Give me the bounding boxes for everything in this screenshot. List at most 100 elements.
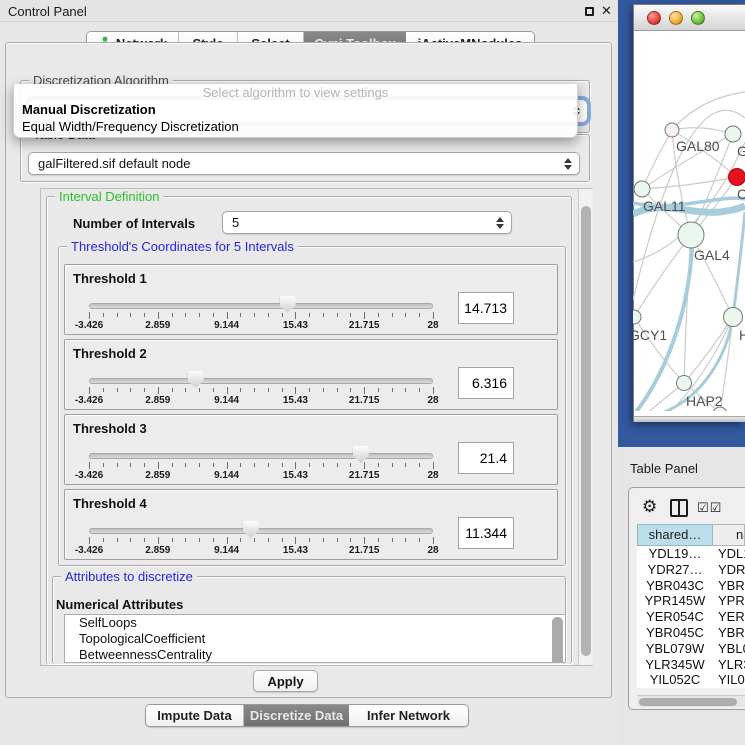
cell-shared-name[interactable]: YPR145W bbox=[637, 593, 713, 608]
tick-mark bbox=[405, 463, 406, 467]
popup-item[interactable]: Manual Discretization bbox=[14, 101, 577, 118]
cell-name[interactable]: YDL1 bbox=[718, 546, 745, 561]
list-item[interactable]: BetweennessCentrality bbox=[65, 647, 565, 663]
threshold-slider-track[interactable] bbox=[89, 453, 433, 459]
table-row[interactable]: YPR145W YPR1 bbox=[637, 593, 745, 609]
cell-name[interactable]: YLR3 bbox=[718, 657, 745, 672]
tick-mark bbox=[433, 387, 434, 394]
table-row[interactable]: YBR045C YBR0 bbox=[637, 625, 745, 641]
list-item[interactable]: SelfLoops bbox=[65, 615, 565, 631]
node-gcy1[interactable] bbox=[633, 310, 641, 324]
popup-item[interactable]: Equal Width/Frequency Discretization bbox=[14, 118, 577, 135]
close-icon[interactable]: ✕ bbox=[601, 3, 612, 19]
node-selected-red[interactable] bbox=[729, 169, 745, 186]
tick-mark bbox=[144, 538, 145, 542]
cell-shared-name[interactable]: YBR043C bbox=[637, 578, 713, 593]
checkbox-icons[interactable]: ☑☑ bbox=[697, 500, 722, 516]
threshold-slider-track[interactable] bbox=[89, 378, 433, 384]
table-row[interactable]: YDR27… YDR2 bbox=[637, 562, 745, 578]
node-label: H bbox=[739, 327, 745, 343]
cell-name[interactable]: YPR1 bbox=[718, 593, 745, 608]
number-of-intervals-label: Number of Intervals bbox=[73, 216, 195, 231]
list-item[interactable]: TopologicalCoefficient bbox=[65, 631, 565, 647]
threshold-value-field[interactable]: 14.713 bbox=[458, 292, 514, 324]
column-header-name[interactable]: na bbox=[713, 524, 745, 546]
cell-name[interactable]: YBR0 bbox=[718, 578, 745, 593]
network-window-bottom-edge bbox=[634, 416, 745, 422]
node-h[interactable] bbox=[724, 308, 743, 327]
threshold-slider-thumb[interactable] bbox=[188, 371, 204, 388]
node-table[interactable]: YDL19…YDL1YDR27…YDR2YBR043CYBR0YPR145WYP… bbox=[637, 546, 745, 688]
table-row[interactable]: YDL19… YDL1 bbox=[637, 546, 745, 562]
network-window-titlebar[interactable] bbox=[634, 5, 745, 31]
cell-shared-name[interactable]: YER054C bbox=[637, 609, 713, 624]
cell-name[interactable]: YIL0 bbox=[718, 672, 745, 687]
table-row[interactable]: YIL052C YIL0 bbox=[637, 672, 745, 688]
threshold-value-field[interactable]: 11.344 bbox=[458, 517, 514, 549]
float-window-icon[interactable] bbox=[585, 7, 594, 16]
tick-mark bbox=[378, 538, 379, 542]
cell-name[interactable]: YER0 bbox=[718, 609, 745, 624]
numerical-attributes-list[interactable]: SelfLoopsTopologicalCoefficientBetweenne… bbox=[64, 614, 566, 663]
node-gal80[interactable] bbox=[665, 123, 679, 137]
scrollbar-thumb[interactable] bbox=[581, 206, 591, 656]
table-row[interactable]: YBR043C YBR0 bbox=[637, 578, 745, 594]
tab-infer-network[interactable]: Infer Network bbox=[349, 705, 468, 726]
table-row[interactable]: YLR345W YLR3 bbox=[637, 657, 745, 673]
tick-mark bbox=[392, 463, 393, 467]
node-gal11[interactable] bbox=[634, 181, 650, 197]
node-label: GA bbox=[737, 143, 745, 159]
cell-shared-name[interactable]: YDL19… bbox=[637, 546, 713, 561]
cell-shared-name[interactable]: YDR27… bbox=[637, 562, 713, 577]
tab-impute-data[interactable]: Impute Data bbox=[146, 705, 244, 726]
tick-label: 28 bbox=[403, 395, 463, 406]
cell-shared-name[interactable]: YBL079W bbox=[637, 641, 713, 656]
list-scrollbar-thumb[interactable] bbox=[552, 617, 563, 663]
combo-stepper-icon bbox=[561, 158, 575, 170]
apply-button[interactable]: Apply bbox=[253, 670, 318, 692]
tab-discretize-data[interactable]: Discretize Data bbox=[244, 705, 349, 726]
split-view-icon[interactable] bbox=[670, 499, 688, 517]
horizontal-scrollbar[interactable] bbox=[637, 695, 745, 707]
zoom-traffic-light-icon[interactable] bbox=[691, 11, 705, 25]
tick-label: 21.715 bbox=[334, 470, 394, 481]
cell-shared-name[interactable]: YLR345W bbox=[637, 657, 713, 672]
tick-mark bbox=[158, 462, 159, 469]
scrollbar-thumb[interactable] bbox=[639, 698, 737, 706]
tick-mark bbox=[103, 538, 104, 542]
minimize-traffic-light-icon[interactable] bbox=[669, 11, 683, 25]
node-hap2[interactable] bbox=[677, 376, 692, 391]
node-gal4[interactable] bbox=[678, 222, 704, 248]
threshold-slider-thumb[interactable] bbox=[243, 521, 259, 538]
node-ga[interactable] bbox=[725, 126, 741, 142]
tick-label: -3.426 bbox=[59, 320, 119, 331]
threshold-slider-track[interactable] bbox=[89, 303, 433, 309]
table-data-combo[interactable]: galFiltered.sif default node bbox=[28, 152, 580, 175]
cell-shared-name[interactable]: YBR045C bbox=[637, 625, 713, 640]
close-traffic-light-icon[interactable] bbox=[647, 11, 661, 25]
popup-item[interactable]: Select algorithm to view settings bbox=[14, 84, 577, 101]
gear-icon[interactable]: ⚙ bbox=[642, 497, 657, 517]
tick-label: 15.43 bbox=[265, 470, 325, 481]
threshold-slider-thumb[interactable] bbox=[280, 296, 296, 313]
node-label: C bbox=[737, 186, 745, 202]
cell-name[interactable]: YBL0 bbox=[718, 641, 745, 656]
tick-mark bbox=[89, 387, 90, 394]
number-of-intervals-combo[interactable]: 5 bbox=[222, 211, 512, 234]
tick-mark bbox=[254, 388, 255, 392]
cell-shared-name[interactable]: YIL052C bbox=[637, 672, 713, 687]
combo-value: 5 bbox=[223, 215, 493, 230]
threshold-value-field[interactable]: 21.4 bbox=[458, 442, 514, 474]
threshold-slider-track[interactable] bbox=[89, 528, 433, 534]
tick-mark bbox=[117, 463, 118, 467]
column-header-shared[interactable]: shared… bbox=[637, 524, 713, 546]
table-row[interactable]: YBL079W YBL0 bbox=[637, 641, 745, 657]
network-canvas[interactable]: GAL80 GA C GAL11 GAL4 GCY1 H HAP2 bbox=[633, 30, 745, 411]
tick-mark bbox=[199, 388, 200, 392]
cell-name[interactable]: YDR2 bbox=[718, 562, 745, 577]
threshold-slider-thumb[interactable] bbox=[353, 446, 369, 463]
cell-name[interactable]: YBR0 bbox=[718, 625, 745, 640]
vertical-scrollbar[interactable] bbox=[578, 189, 593, 665]
table-row[interactable]: YER054C YER0 bbox=[637, 609, 745, 625]
threshold-value-field[interactable]: 6.316 bbox=[458, 367, 514, 399]
